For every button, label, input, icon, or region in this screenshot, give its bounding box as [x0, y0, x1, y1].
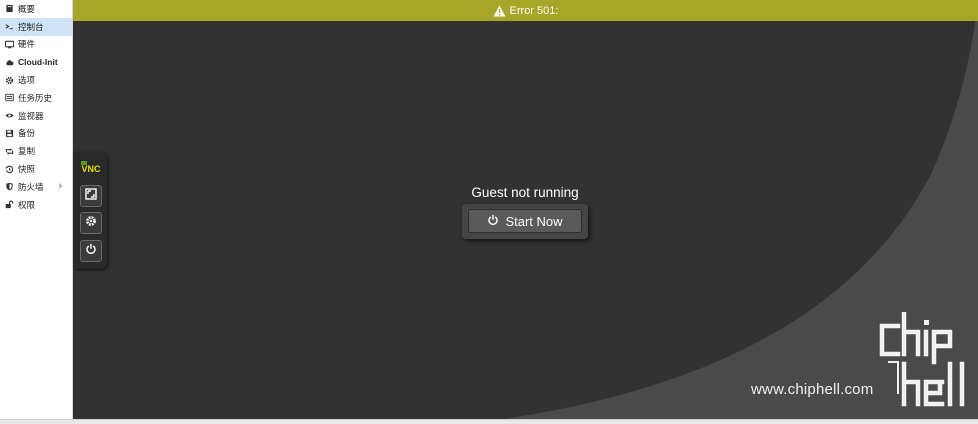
power-button[interactable]	[80, 240, 102, 262]
shield-icon	[4, 181, 15, 192]
error-bar: Error 501:	[73, 0, 978, 21]
sidebar-item-label: 硬件	[18, 40, 36, 51]
retweet-icon	[4, 146, 15, 157]
sidebar-item-cloud-init[interactable]: Cloud-Init	[0, 53, 72, 71]
fullscreen-icon	[85, 187, 97, 205]
book-icon	[4, 3, 15, 14]
sidebar-item-label: 控制台	[18, 22, 44, 33]
vnc-control-panel[interactable]: VNC	[74, 152, 107, 269]
floppy-icon	[4, 128, 15, 139]
sidebar-item-permissions[interactable]: 权限	[0, 196, 72, 214]
warning-icon	[493, 5, 506, 17]
error-text: Error 501:	[509, 4, 559, 17]
history-icon	[4, 164, 15, 175]
list-icon	[4, 92, 15, 103]
console-area[interactable]: Error 501: VNC Guest not running Start N…	[73, 0, 978, 419]
settings-button[interactable]	[80, 212, 102, 234]
sidebar-item-replication[interactable]: 复制	[0, 142, 72, 160]
gear-icon	[4, 75, 15, 86]
svg-text:VNC: VNC	[81, 164, 101, 174]
fullscreen-button[interactable]	[80, 185, 102, 207]
sidebar-item-label: Cloud-Init	[18, 57, 58, 68]
guest-status-text: Guest not running	[471, 185, 579, 200]
sidebar-item-firewall[interactable]: 防火墙	[0, 178, 72, 196]
sidebar-item-console[interactable]: 控制台	[0, 17, 72, 36]
sidebar-item-hardware[interactable]: 硬件	[0, 36, 72, 54]
sidebar-item-snapshot[interactable]: 快照	[0, 160, 72, 178]
gear-icon	[85, 214, 97, 232]
terminal-icon	[4, 21, 15, 32]
sidebar-item-backup[interactable]: 备份	[0, 125, 72, 143]
sidebar-item-label: 快照	[18, 165, 36, 176]
chiphell-logo	[879, 312, 965, 407]
start-now-button[interactable]: Start Now	[468, 209, 582, 233]
sidebar-item-options[interactable]: 选项	[0, 71, 72, 89]
watermark-url: www.chiphell.com	[751, 381, 874, 398]
start-now-label: Start Now	[505, 213, 563, 229]
app-window: 概要 控制台 硬件 Cloud-Init 选项 任务历史 监视器 备份 复制 快…	[0, 0, 978, 424]
vnc-logo: VNC	[81, 161, 101, 174]
power-icon	[487, 214, 505, 229]
monitor-icon	[4, 39, 15, 50]
sidebar-item-task-history[interactable]: 任务历史	[0, 89, 72, 107]
sidebar: 概要 控制台 硬件 Cloud-Init 选项 任务历史 监视器 备份 复制 快…	[0, 0, 73, 419]
bottom-strip	[0, 419, 978, 424]
sidebar-item-label: 复制	[18, 147, 36, 158]
cloud-icon	[4, 57, 15, 68]
sidebar-item-label: 权限	[18, 200, 36, 211]
sidebar-item-label: 监视器	[18, 111, 44, 122]
chevron-right-icon[interactable]	[59, 182, 63, 189]
sidebar-item-summary[interactable]: 概要	[0, 0, 72, 18]
sidebar-item-monitor[interactable]: 监视器	[0, 107, 72, 125]
sidebar-item-label: 选项	[18, 76, 36, 87]
power-icon	[85, 242, 97, 260]
start-container: Start Now	[462, 204, 588, 239]
sidebar-item-label: 概要	[18, 4, 36, 15]
unlock-icon	[4, 199, 15, 210]
sidebar-item-label: 备份	[18, 129, 36, 140]
eye-icon	[4, 110, 15, 121]
sidebar-item-label: 防火墙	[18, 182, 44, 193]
sidebar-item-label: 任务历史	[18, 93, 53, 104]
